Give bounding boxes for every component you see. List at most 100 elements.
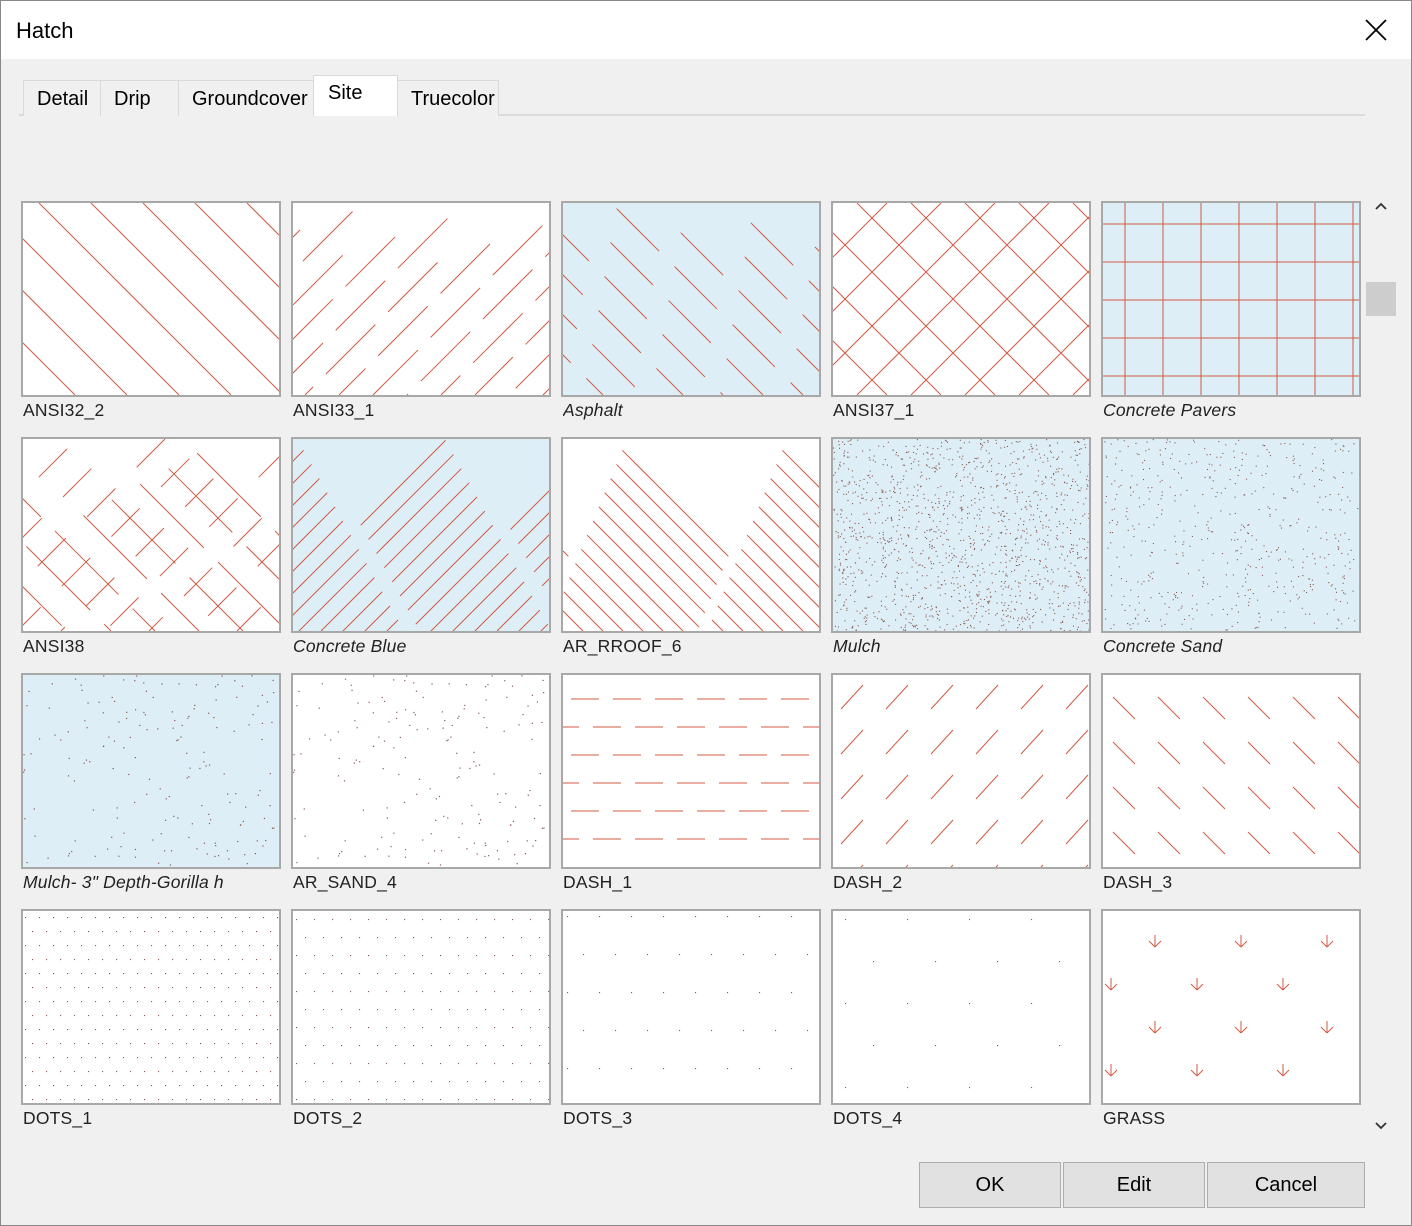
hatch-cell[interactable]: DOTS_2	[291, 909, 551, 1139]
hatch-pattern-graphic	[1112, 696, 1359, 855]
hatch-name-label: DASH_2	[833, 872, 903, 892]
scrollbar-thumb[interactable]	[1366, 282, 1396, 316]
hatch-name-label: DOTS_4	[833, 1108, 903, 1128]
hatch-name-label: DOTS_3	[563, 1108, 633, 1128]
cancel-button[interactable]: Cancel	[1207, 1162, 1365, 1208]
tab-strip: Detail Drip Groundcover Site Truecolor	[19, 75, 1365, 116]
hatch-cell[interactable]: ANSI32_2	[21, 201, 281, 431]
hatch-preview[interactable]	[291, 437, 551, 633]
hatch-cell[interactable]: DASH_3	[1101, 673, 1361, 903]
dialog-title: Hatch	[16, 18, 74, 43]
hatch-cell[interactable]: DASH_1	[561, 673, 821, 903]
hatch-pattern-graphic	[293, 440, 549, 631]
hatch-preview[interactable]	[21, 673, 281, 869]
hatch-dialog: Hatch Detail Drip Groundcover Site Truec…	[0, 0, 1412, 1226]
hatch-preview[interactable]	[21, 201, 281, 397]
hatch-preview[interactable]	[1101, 437, 1361, 633]
hatch-cell[interactable]: Mulch	[831, 437, 1091, 667]
scroll-up-button[interactable]	[1366, 191, 1396, 221]
hatch-preview[interactable]	[831, 437, 1091, 633]
hatch-preview[interactable]	[831, 673, 1091, 869]
hatch-preview[interactable]	[561, 437, 821, 633]
hatch-name-label: DOTS_2	[293, 1108, 363, 1128]
tab-detail[interactable]: Detail	[23, 80, 101, 116]
hatch-name-label: Concrete Sand	[1103, 636, 1223, 656]
hatch-pattern-graphic	[25, 917, 279, 1101]
hatch-cell[interactable]: Mulch- 3" Depth-Gorilla h	[21, 673, 281, 903]
hatch-cell[interactable]: Concrete Blue	[291, 437, 551, 667]
hatch-preview[interactable]	[831, 201, 1091, 397]
hatch-name-label: AR_SAND_4	[293, 872, 397, 892]
ok-button[interactable]: OK	[919, 1162, 1061, 1208]
hatch-cell[interactable]: AR_RROOF_6	[561, 437, 821, 667]
hatch-preview[interactable]	[1101, 673, 1361, 869]
hatch-cell[interactable]: GRASS	[1101, 909, 1361, 1139]
hatch-cell[interactable]: DOTS_1	[21, 909, 281, 1139]
tab-truecolor[interactable]: Truecolor	[397, 80, 499, 116]
hatch-preview[interactable]	[291, 909, 551, 1105]
hatch-cell[interactable]: Asphalt	[561, 201, 821, 431]
hatch-name-label: Concrete Pavers	[1103, 400, 1237, 420]
chevron-down-icon	[1375, 1122, 1387, 1130]
hatch-name-label: Mulch- 3" Depth-Gorilla h	[23, 872, 224, 892]
hatch-name-label: DOTS_1	[23, 1108, 93, 1128]
hatch-cell[interactable]: ANSI33_1	[291, 201, 551, 431]
scroll-down-button[interactable]	[1366, 1111, 1396, 1141]
hatch-pattern-graphic	[293, 675, 545, 866]
hatch-name-label: ANSI37_1	[833, 400, 915, 420]
vertical-scrollbar[interactable]	[1366, 186, 1396, 1141]
hatch-name-label: Concrete Blue	[293, 636, 407, 656]
hatch-name-label: ANSI32_2	[23, 400, 105, 420]
hatch-preview[interactable]	[1101, 201, 1361, 397]
hatch-cell[interactable]: DOTS_4	[831, 909, 1091, 1139]
hatch-pattern-graphic	[23, 439, 279, 631]
close-icon	[1365, 19, 1387, 41]
hatch-name-label: ANSI33_1	[293, 400, 375, 420]
hatch-name-label: DASH_3	[1103, 872, 1173, 892]
title-bar: Hatch	[1, 1, 1411, 59]
hatch-pattern-graphic	[840, 684, 1089, 867]
hatch-pattern-graphic	[567, 916, 809, 1070]
hatch-pattern-graphic	[1104, 935, 1334, 1077]
hatch-preview[interactable]	[561, 673, 821, 869]
hatch-preview[interactable]	[291, 201, 551, 397]
hatch-name-label: AR_RROOF_6	[563, 636, 682, 656]
hatch-pattern-graphic	[845, 919, 1061, 1089]
tab-drip[interactable]: Drip	[100, 80, 179, 116]
hatch-cell[interactable]: ANSI38	[21, 437, 281, 667]
hatch-pattern-graphic	[23, 203, 279, 395]
close-button[interactable]	[1341, 1, 1411, 59]
hatch-name-label: Mulch	[833, 636, 881, 656]
hatch-cell[interactable]: DOTS_3	[561, 909, 821, 1139]
hatch-preview[interactable]	[21, 909, 281, 1105]
edit-button[interactable]: Edit	[1063, 1162, 1205, 1208]
hatch-preview[interactable]	[561, 909, 821, 1105]
hatch-pattern-graphic	[1104, 439, 1359, 631]
hatch-name-label: DASH_1	[563, 872, 633, 892]
hatch-pattern-grid: ANSI32_2 ANSI33_1 Asphalt ANSI37_1 Concrete …	[21, 201, 1366, 1146]
hatch-preview[interactable]	[291, 673, 551, 869]
tab-groundcover[interactable]: Groundcover	[178, 80, 314, 116]
hatch-preview[interactable]	[21, 437, 281, 633]
hatch-name-label: ANSI38	[23, 636, 85, 656]
hatch-pattern-graphic	[23, 675, 275, 866]
hatch-pattern-graphic	[563, 698, 819, 840]
hatch-cell[interactable]: ANSI37_1	[831, 201, 1091, 431]
hatch-pattern-graphic	[833, 203, 1089, 395]
hatch-name-label: GRASS	[1103, 1108, 1166, 1128]
hatch-cell[interactable]: AR_SAND_4	[291, 673, 551, 903]
tab-site[interactable]: Site	[313, 75, 398, 116]
hatch-pattern-graphic	[833, 439, 1089, 631]
hatch-preview[interactable]	[1101, 909, 1361, 1105]
hatch-pattern-graphic	[296, 919, 549, 1101]
hatch-cell[interactable]: Concrete Sand	[1101, 437, 1361, 667]
hatch-preview[interactable]	[831, 909, 1091, 1105]
hatch-cell[interactable]: DASH_2	[831, 673, 1091, 903]
hatch-pattern-graphic	[293, 211, 549, 395]
hatch-preview[interactable]	[561, 201, 821, 397]
hatch-pattern-graphic	[563, 449, 819, 631]
hatch-name-label: Asphalt	[563, 400, 623, 420]
hatch-pattern-graphic	[1103, 203, 1359, 395]
hatch-pattern-graphic	[563, 208, 819, 395]
hatch-cell[interactable]: Concrete Pavers	[1101, 201, 1361, 431]
